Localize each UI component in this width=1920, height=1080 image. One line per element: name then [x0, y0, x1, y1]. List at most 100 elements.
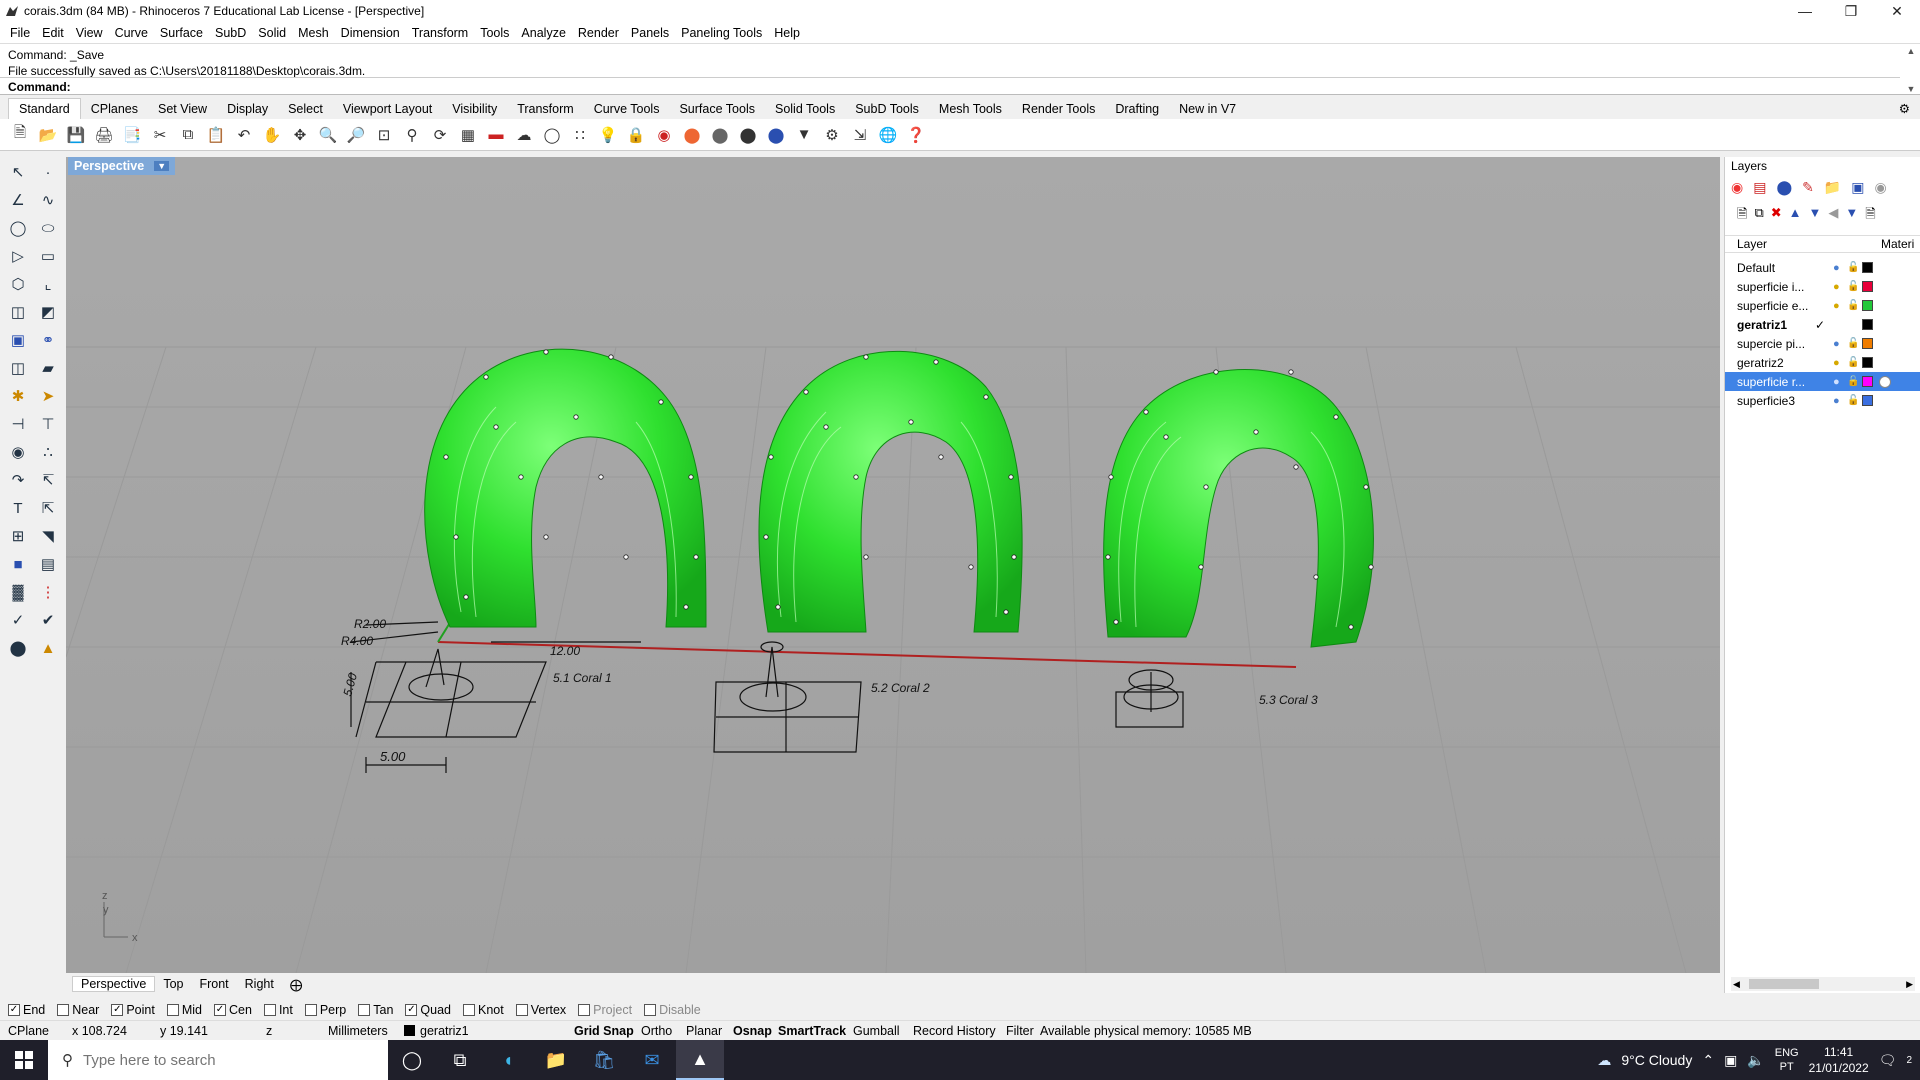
osnap-end[interactable]: ✓ End [8, 1003, 45, 1017]
render-tab-icon[interactable]: ⬤ [1776, 179, 1792, 196]
visible-bulb-icon[interactable]: ● [1833, 376, 1840, 388]
tab-cplanes[interactable]: CPlanes [81, 99, 148, 119]
tab-set-view[interactable]: Set View [148, 99, 217, 119]
menu-file[interactable]: File [4, 26, 36, 40]
checkbox[interactable] [263, 1004, 276, 1016]
visible-bulb-icon[interactable]: ● [1833, 281, 1840, 293]
tab-mesh-tools[interactable]: Mesh Tools [929, 99, 1012, 119]
scroll-up-icon[interactable]: ▲ [1907, 46, 1916, 56]
tab-front[interactable]: Front [191, 977, 236, 991]
polygon-icon[interactable]: ⬡ [4, 270, 32, 298]
checkbox-checked[interactable]: ✓ [111, 1004, 124, 1016]
menu-dimension[interactable]: Dimension [335, 26, 406, 40]
tab-perspective[interactable]: Perspective [72, 976, 156, 992]
start-button[interactable] [0, 1040, 48, 1080]
pan-hand-icon[interactable]: ✋ [260, 123, 284, 147]
layer-row[interactable]: geratriz2 ● 🔓 [1725, 353, 1920, 372]
filter-icon[interactable]: ▼ [792, 123, 816, 147]
visible-bulb-icon[interactable]: ● [1833, 262, 1840, 274]
weather-icon[interactable]: ☁ [1597, 1052, 1611, 1069]
layers-tab-icon[interactable]: ▤ [1753, 179, 1766, 196]
render-tool-icon[interactable]: ⬤ [4, 634, 32, 662]
layers-hscrollbar[interactable]: ◀ ▶ [1731, 977, 1915, 991]
new-layer-icon[interactable]: 🗎 [1737, 205, 1747, 227]
ellipse-icon[interactable]: ⬭ [34, 214, 62, 242]
blue-sphere-icon[interactable]: ⬤ [764, 123, 788, 147]
lock-open-icon[interactable]: 🔓 [1847, 376, 1859, 387]
layer-color-swatch[interactable] [1862, 395, 1873, 406]
extrude-icon[interactable]: ▰ [34, 354, 62, 382]
chevron-up-icon[interactable]: ⌃ [1702, 1052, 1714, 1069]
taskbar-search-input[interactable] [83, 1051, 343, 1069]
menu-paneling-tools[interactable]: Paneling Tools [675, 26, 768, 40]
status-filter[interactable]: Filter [1006, 1024, 1034, 1038]
globe-icon[interactable]: 🌐 [876, 123, 900, 147]
move-down-icon[interactable]: ▼ [1809, 205, 1822, 227]
scroll-thumb[interactable] [1749, 979, 1819, 989]
menu-help[interactable]: Help [768, 26, 806, 40]
layer-row-selected[interactable]: superficie r... ● 🔓 [1725, 372, 1920, 391]
zoom-icon[interactable]: 🔍 [316, 123, 340, 147]
network-icon[interactable]: ▣ [1724, 1052, 1737, 1069]
add-viewport-icon[interactable]: ⨁ [282, 977, 311, 992]
cylinder-icon[interactable]: ◫ [4, 354, 32, 382]
osnap-disable[interactable]: Disable [644, 1003, 701, 1017]
scroll-down-icon[interactable]: ▼ [1907, 84, 1916, 94]
lock-open-icon[interactable]: 🔓 [1847, 262, 1859, 273]
shaded-sphere-icon[interactable]: ⬤ [708, 123, 732, 147]
checkbox[interactable] [358, 1004, 371, 1016]
layer-row[interactable]: geratriz1 ✓ [1725, 315, 1920, 334]
checkbox-checked[interactable]: ✓ [405, 1004, 418, 1016]
menu-transform[interactable]: Transform [406, 26, 475, 40]
status-grid-snap[interactable]: Grid Snap [574, 1024, 634, 1038]
point-icon[interactable]: · [34, 158, 62, 186]
layer-row[interactable]: superficie e... ● 🔓 [1725, 296, 1920, 315]
tab-visibility[interactable]: Visibility [442, 99, 507, 119]
layer-row[interactable]: Default ● 🔓 [1725, 258, 1920, 277]
mirror-icon[interactable]: ◥ [34, 522, 62, 550]
paste-icon[interactable]: 📋 [204, 123, 228, 147]
triangle-icon[interactable]: ▷ [4, 242, 32, 270]
status-cplane[interactable]: CPlane [8, 1024, 49, 1038]
circle-icon[interactable]: ◯ [540, 123, 564, 147]
menu-tools[interactable]: Tools [474, 26, 515, 40]
status-record-history[interactable]: Record History [913, 1024, 996, 1038]
osnap-int[interactable]: Int [263, 1003, 293, 1017]
osnap-perp[interactable]: Perp [304, 1003, 346, 1017]
material-swatch[interactable] [1879, 375, 1891, 388]
select-arrow-icon[interactable]: ↖ [4, 158, 32, 186]
layer-color-swatch[interactable] [1862, 338, 1873, 349]
tab-subd-tools[interactable]: SubD Tools [845, 99, 929, 119]
tab-top[interactable]: Top [155, 977, 191, 991]
layer-options-icon[interactable]: 🗎 [1865, 205, 1875, 227]
tab-standard[interactable]: Standard [8, 98, 81, 119]
undo-icon[interactable]: ↶ [232, 123, 256, 147]
zoom-window-icon[interactable]: 🔎 [344, 123, 368, 147]
grid-icon[interactable]: ▦ [456, 123, 480, 147]
grid-array-icon[interactable]: ▓ [4, 578, 32, 606]
visible-bulb-icon[interactable]: ● [1833, 300, 1840, 312]
checkbox[interactable] [166, 1004, 179, 1016]
osnap-knot[interactable]: Knot [463, 1003, 504, 1017]
check-icon[interactable]: ✔ [34, 606, 62, 634]
menu-curve[interactable]: Curve [109, 26, 154, 40]
lock-open-icon[interactable]: 🔓 [1847, 281, 1859, 292]
trim-icon[interactable]: ⊤ [34, 410, 62, 438]
open-icon[interactable]: 📂 [36, 123, 60, 147]
menu-surface[interactable]: Surface [154, 26, 209, 40]
tab-drafting[interactable]: Drafting [1105, 99, 1169, 119]
command-input[interactable] [74, 79, 1775, 94]
save-icon[interactable]: 💾 [64, 123, 88, 147]
layer-row[interactable]: supercie pi... ● 🔓 [1725, 334, 1920, 353]
move-out-icon[interactable]: ◀ [1828, 205, 1838, 227]
car-icon[interactable]: ▬ [484, 123, 508, 147]
osnap-tan[interactable]: Tan [358, 1003, 393, 1017]
checkbox[interactable] [578, 1004, 591, 1016]
osnap-project[interactable]: Project [578, 1003, 632, 1017]
move-up-icon[interactable]: ▲ [1789, 205, 1802, 227]
status-ortho[interactable]: Ortho [641, 1024, 672, 1038]
text-icon[interactable]: T [4, 494, 32, 522]
curve-icon[interactable]: ∿ [34, 186, 62, 214]
status-layer[interactable]: geratriz1 [420, 1024, 469, 1038]
status-smarttrack[interactable]: SmartTrack [778, 1024, 846, 1038]
